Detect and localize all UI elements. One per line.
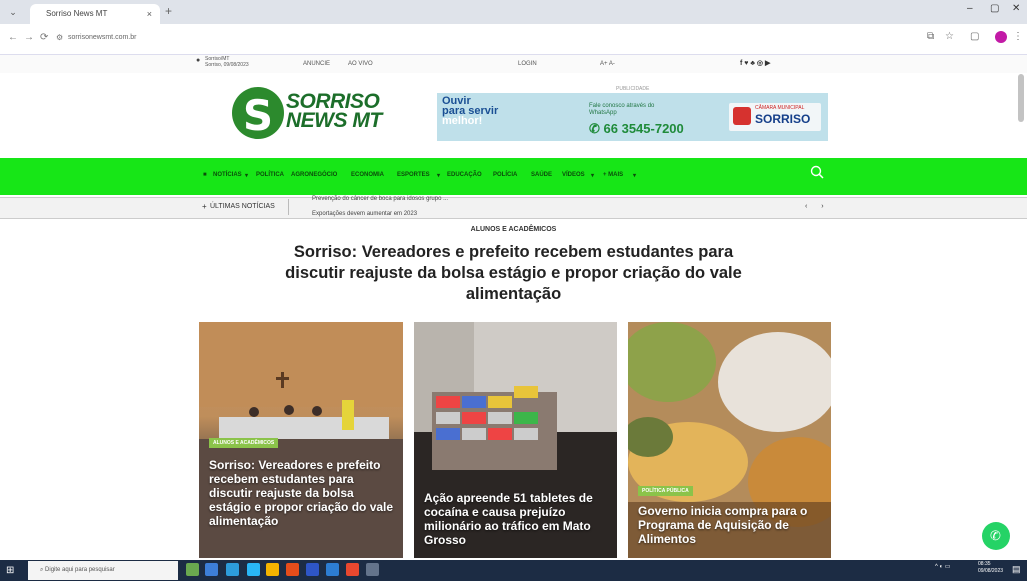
taskbar-app-icon[interactable] bbox=[326, 563, 339, 576]
advertise-link[interactable]: ANUNCIE bbox=[303, 57, 330, 71]
ad-banner[interactable]: Ouvir para servir melhor! Fale conosco a… bbox=[437, 93, 828, 141]
location-date: Sorriso/MT Sorriso, 09/08/2023 bbox=[205, 56, 249, 68]
banner-phone-number: 66 3545-7200 bbox=[603, 121, 684, 136]
ticker-plus-icon: + bbox=[202, 202, 207, 211]
taskbar-app-icon[interactable] bbox=[205, 563, 218, 576]
date-text: Sorriso, 09/08/2023 bbox=[205, 62, 249, 68]
whatsapp-small-icon: ✆ bbox=[589, 121, 604, 136]
ticker-arrows[interactable]: ‹ › bbox=[805, 203, 830, 210]
banner-phone: ✆ 66 3545-7200 bbox=[589, 121, 684, 137]
logo-line-2: NEWS MT bbox=[286, 109, 382, 132]
nav-mais[interactable]: + MAIS bbox=[603, 172, 623, 178]
nav-esportes[interactable]: ESPORTES bbox=[397, 172, 430, 178]
home-icon[interactable]: ■ bbox=[203, 172, 207, 178]
minimize-button[interactable]: – bbox=[967, 3, 973, 14]
windows-start-icon[interactable]: ⊞ bbox=[6, 565, 14, 576]
taskbar-app-icon[interactable] bbox=[226, 563, 239, 576]
site-logo-icon[interactable]: S bbox=[232, 87, 284, 140]
card-3-title[interactable]: Governo inicia compra para o Programa de… bbox=[638, 504, 823, 546]
nav-videos-chevron-icon: ▾ bbox=[591, 173, 595, 179]
card-3-badge[interactable]: POLÍTICA PÚBLICA bbox=[638, 486, 693, 496]
site-info-icon[interactable]: ⚙ bbox=[56, 33, 63, 42]
system-tray[interactable]: ^ ◐ ▭ bbox=[935, 563, 950, 570]
card-2-title[interactable]: Ação apreende 51 tabletes de cocaína e c… bbox=[424, 491, 609, 547]
taskbar-app-icon[interactable] bbox=[286, 563, 299, 576]
social-icons[interactable]: f ♥ ♣ ◎ ▶ bbox=[740, 57, 770, 71]
taskbar-search-input[interactable]: ⌕ Digite aqui para pesquisar bbox=[28, 561, 178, 580]
ticker-divider bbox=[288, 199, 289, 215]
url-input[interactable]: sorrisonewsmt.com.br bbox=[68, 28, 928, 48]
login-link[interactable]: LOGIN bbox=[518, 57, 537, 71]
news-card-3[interactable]: POLÍTICA PÚBLICA Governo inicia compra p… bbox=[628, 322, 831, 558]
taskbar-app-icon[interactable] bbox=[366, 563, 379, 576]
whatsapp-button[interactable]: ✆ bbox=[982, 522, 1010, 550]
close-window-button[interactable]: ✕ bbox=[1012, 3, 1020, 14]
nav-esportes-chevron-icon: ▾ bbox=[437, 173, 441, 179]
nav-noticias[interactable]: NOTÍCIAS bbox=[213, 172, 242, 178]
clock-date: 09/08/2023 bbox=[978, 568, 1004, 574]
notification-icon[interactable]: ▤ bbox=[1012, 564, 1021, 575]
tab-title: Sorriso News MT bbox=[46, 9, 108, 18]
nav-agronegocio[interactable]: AGRONEGÓCIO bbox=[291, 172, 337, 178]
taskbar-clock[interactable]: 08:35 09/08/2023 bbox=[978, 561, 1003, 575]
whatsapp-icon: ✆ bbox=[990, 528, 1001, 543]
card-1-title[interactable]: Sorriso: Vereadores e prefeito recebem e… bbox=[209, 458, 394, 528]
camara-label: CÂMARA MUNICIPAL bbox=[755, 105, 805, 111]
news-card-2[interactable]: Ação apreende 51 tabletes de cocaína e c… bbox=[414, 322, 617, 558]
forward-icon[interactable]: → bbox=[24, 32, 34, 43]
banner-slogan: Ouvir para servir melhor! bbox=[442, 96, 498, 127]
clock-time: 08:35 bbox=[978, 561, 991, 567]
nav-policia[interactable]: POLÍCIA bbox=[493, 172, 517, 178]
edge-icon[interactable] bbox=[247, 563, 260, 576]
nav-mais-chevron-icon: ▾ bbox=[633, 173, 637, 179]
ticker-label: ÚLTIMAS NOTÍCIAS bbox=[210, 203, 275, 210]
nav-politica[interactable]: POLÍTICA bbox=[256, 172, 284, 178]
search-icon[interactable] bbox=[810, 165, 824, 179]
site-top-strip bbox=[0, 55, 1027, 73]
file-explorer-icon[interactable] bbox=[266, 563, 279, 576]
ticker-headline[interactable]: Exportações devem aumentar em 2023 bbox=[312, 211, 417, 217]
translate-icon[interactable]: ⧉ bbox=[927, 31, 934, 42]
tab-search-icon[interactable]: ⌄ bbox=[6, 5, 20, 19]
banner-line-3: melhor! bbox=[442, 115, 483, 127]
camara-name: SORRISO bbox=[755, 112, 811, 126]
bookmark-star-icon[interactable]: ☆ bbox=[945, 31, 954, 42]
live-link[interactable]: AO VIVO bbox=[348, 57, 373, 71]
ticker-headline-prev[interactable]: Prevenção do câncer de boca para idosos … bbox=[312, 196, 448, 202]
nav-educacao[interactable]: EDUCAÇÃO bbox=[447, 172, 482, 178]
taskbar-app-icon[interactable] bbox=[186, 563, 199, 576]
taskbar-search-placeholder: Digite aqui para pesquisar bbox=[45, 567, 115, 573]
news-card-1[interactable]: ALUNOS E ACADÊMICOS Sorriso: Vereadores … bbox=[199, 322, 403, 558]
nav-noticias-chevron-icon: ▾ bbox=[245, 173, 249, 179]
article-category[interactable]: ALUNOS E ACADÊMICOS bbox=[0, 226, 1027, 233]
new-tab-button[interactable]: + bbox=[165, 4, 172, 18]
nav-saude[interactable]: SAÚDE bbox=[531, 172, 552, 178]
menu-icon[interactable]: ⋮ bbox=[1013, 31, 1023, 42]
nav-videos[interactable]: VÍDEOS bbox=[562, 172, 585, 178]
back-icon[interactable]: ← bbox=[8, 32, 18, 43]
browser-tab[interactable]: Sorriso News MT × bbox=[30, 4, 160, 24]
font-size-control[interactable]: A+ A- bbox=[600, 57, 615, 71]
location-pin-icon: ● bbox=[196, 57, 201, 64]
sidebar-icon[interactable]: ▢ bbox=[970, 31, 979, 42]
card-1-badge[interactable]: ALUNOS E ACADÊMICOS bbox=[209, 438, 279, 448]
maximize-button[interactable]: ▢ bbox=[990, 3, 999, 14]
news-ticker bbox=[0, 197, 1027, 219]
taskbar-app-icon[interactable] bbox=[306, 563, 319, 576]
tab-close-icon[interactable]: × bbox=[147, 4, 152, 24]
banner-side-text: Fale conosco através do WhatsApp bbox=[589, 103, 655, 116]
page-scrollbar[interactable] bbox=[1018, 74, 1024, 122]
site-logo-text[interactable]: SORRISO NEWS MT bbox=[286, 91, 382, 132]
article-headline[interactable]: Sorriso: Vereadores e prefeito recebem e… bbox=[262, 242, 765, 305]
chrome-icon[interactable] bbox=[346, 563, 359, 576]
profile-avatar[interactable] bbox=[995, 31, 1007, 43]
camara-emblem-icon bbox=[733, 107, 751, 125]
nav-economia[interactable]: ECONOMIA bbox=[351, 172, 384, 178]
ad-label: PUBLICIDADE bbox=[616, 86, 650, 92]
reload-icon[interactable]: ⟳ bbox=[40, 32, 48, 43]
camara-logo: CÂMARA MUNICIPAL SORRISO bbox=[729, 103, 821, 131]
